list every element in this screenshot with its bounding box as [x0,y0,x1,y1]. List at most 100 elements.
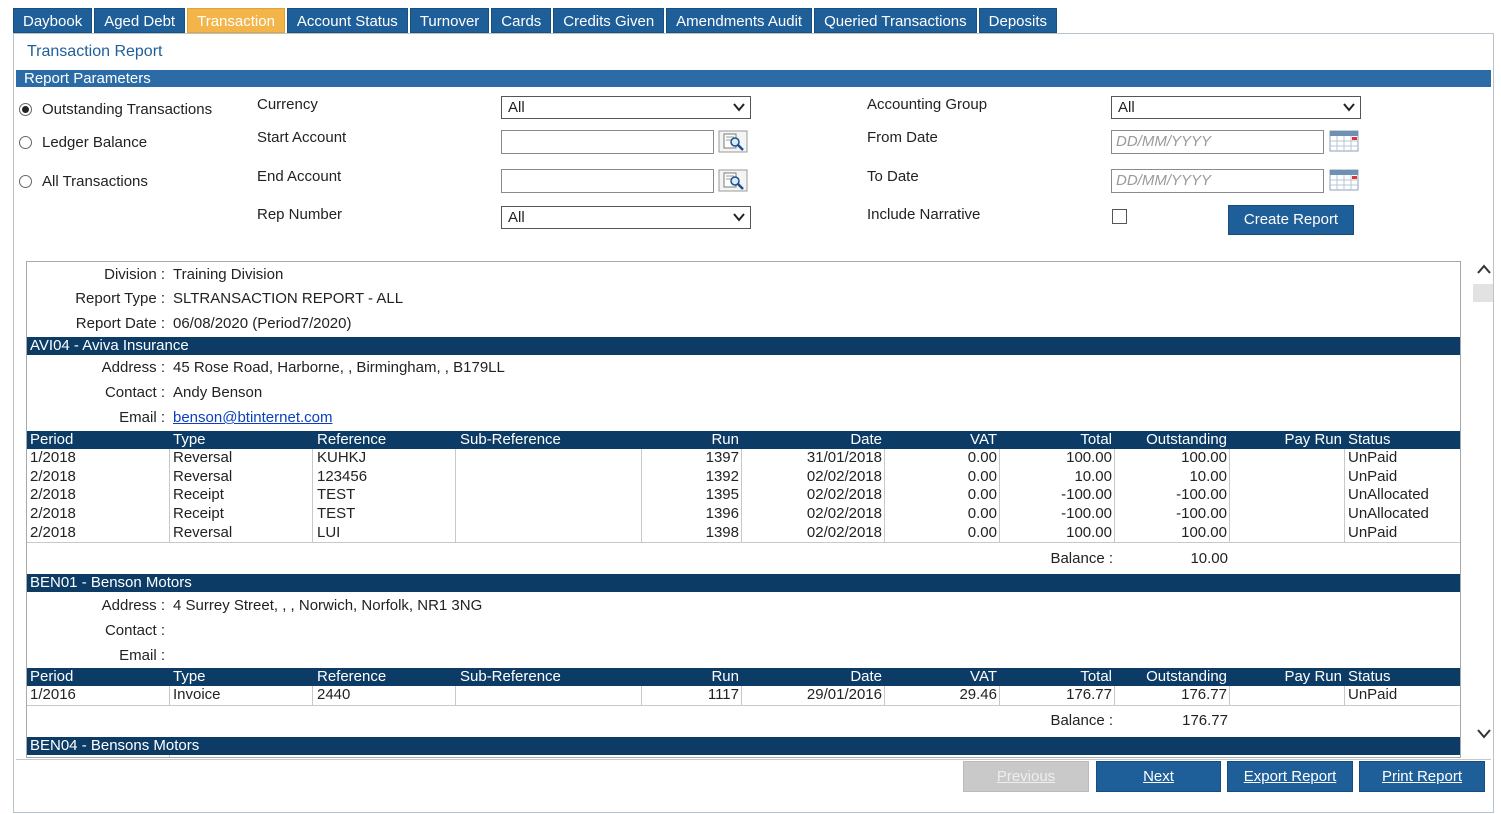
column-header-period[interactable]: Period [30,431,73,449]
balance-value: 10.00 [1190,550,1228,567]
cell-type: Reversal [173,523,233,541]
cell-reference: 2440 [317,686,351,703]
end-account-label: End Account [257,168,342,185]
accounting-group-select[interactable]: All [1111,96,1361,119]
rep-number-select[interactable]: All [501,206,751,229]
end-account-input[interactable] [501,169,714,193]
cell-vat: 0.00 [967,505,997,523]
column-header-vat[interactable]: VAT [970,668,997,686]
start-account-input[interactable] [501,130,714,154]
previous-button[interactable]: Previous [963,761,1089,792]
cell-vat: 29.46 [959,686,997,703]
tab-credits-given[interactable]: Credits Given [553,8,665,33]
radio-button[interactable] [19,175,32,188]
cell-outstanding: 100.00 [1181,523,1227,541]
tab-deposits[interactable]: Deposits [978,8,1058,33]
column-header-vat[interactable]: VAT [970,431,997,449]
column-header-reference[interactable]: Reference [317,431,386,449]
column-header-status[interactable]: Status [1348,431,1391,449]
column-header-pay-run[interactable]: Pay Run [1284,431,1342,449]
account-search-icon[interactable] [718,169,748,192]
table-row[interactable]: 2/2018 Reversal 123456 1392 02/02/2018 0.00 10… [27,468,1460,487]
column-header-reference[interactable]: Reference [317,668,386,686]
export-report-button[interactable]: Export Report [1227,761,1353,792]
cell-run: 1117 [707,686,739,703]
tab-account-status[interactable]: Account Status [286,8,408,33]
print-report-button[interactable]: Print Report [1359,761,1485,792]
to-date-input[interactable]: DD/MM/YYYY [1111,169,1324,193]
rep-number-label: Rep Number [257,206,343,223]
table-row[interactable]: 2/2018 Receipt TEST 1396 02/02/2018 0.00 -100.… [27,505,1460,524]
tab-turnover[interactable]: Turnover [409,8,490,33]
accounting-group-label: Accounting Group [867,96,988,113]
email-label: Email : [119,647,165,664]
cell-type: Invoice [173,686,221,703]
cell-type: Receipt [173,505,224,523]
tab-transaction[interactable]: Transaction [187,8,285,33]
tab-cards[interactable]: Cards [491,8,552,33]
account-search-icon[interactable] [718,130,748,153]
currency-select[interactable]: All [501,96,751,119]
scroll-up-icon[interactable] [1476,262,1492,276]
column-header-date[interactable]: Date [850,668,882,686]
from-date-label: From Date [867,129,938,146]
cell-total: 100.00 [1066,523,1112,541]
calendar-icon[interactable] [1329,130,1359,153]
column-header-run[interactable]: Run [711,431,739,449]
radio-label: Ledger Balance [42,134,148,151]
column-header-sub-reference[interactable]: Sub-Reference [460,431,561,449]
email-link[interactable]: benson@btinternet.com [173,409,333,426]
cell-vat: 0.00 [967,467,997,485]
table-body: 1/2016 Invoice 2440 1117 29/01/2016 29.46 176.… [27,686,1460,706]
currency-label: Currency [257,96,318,113]
next-button[interactable]: Next [1096,761,1221,792]
radio-ledger-balance[interactable]: Ledger Balance [19,134,147,151]
table-row[interactable]: 1/2018 Reversal KUHKJ 1397 31/01/2018 0.00 100… [27,449,1460,468]
cell-total: 100.00 [1066,449,1112,466]
column-header-total[interactable]: Total [1080,668,1112,686]
scroll-down-icon[interactable] [1476,727,1492,741]
cell-status: UnPaid [1348,449,1398,466]
column-header-date[interactable]: Date [850,431,882,449]
previous-label: Previous [996,768,1056,785]
from-date-input[interactable]: DD/MM/YYYY [1111,130,1324,154]
report-tabs: Daybook Aged Debt Transaction Account Statu… [13,8,1059,34]
tab-aged-debt[interactable]: Aged Debt [94,8,186,33]
column-header-sub-reference[interactable]: Sub-Reference [460,668,561,686]
report-date-label: Report Date : [75,315,165,332]
table-body: 1/2018 Reversal KUHKJ 1397 31/01/2018 0.00 100… [27,449,1460,544]
create-report-button[interactable]: Create Report [1228,205,1354,235]
contact-value: Andy Benson [173,384,263,401]
include-narrative-checkbox[interactable] [1112,209,1127,224]
table-row[interactable]: 1/2016 Invoice 2440 1117 29/01/2016 29.46 176.… [27,686,1460,705]
calendar-icon[interactable] [1329,169,1359,192]
tab-queried-transactions[interactable]: Queried Transactions [814,8,977,33]
radio-outstanding-transactions[interactable]: Outstanding Transactions [19,101,212,118]
cell-date: 02/02/2018 [806,505,882,523]
column-header-type[interactable]: Type [173,431,206,449]
column-header-run[interactable]: Run [711,668,739,686]
radio-all-transactions[interactable]: All Transactions [19,173,148,190]
scrollbar-thumb[interactable] [1473,284,1493,302]
radio-button[interactable] [19,103,32,116]
column-header-pay-run[interactable]: Pay Run [1284,668,1342,686]
radio-button[interactable] [19,136,32,149]
column-header-outstanding[interactable]: Outstanding [1146,668,1227,686]
tab-amendments-audit[interactable]: Amendments Audit [666,8,813,33]
column-header-outstanding[interactable]: Outstanding [1146,431,1227,449]
column-header-status[interactable]: Status [1348,668,1391,686]
column-header-total[interactable]: Total [1080,431,1112,449]
table-row[interactable]: 2/2018 Reversal LUI 1398 02/02/2018 0.00 100.0… [27,524,1460,543]
report-viewer: Division : Training Division Report Type :… [26,261,1461,758]
cell-vat: 0.00 [967,449,997,466]
column-header-period[interactable]: Period [30,668,73,686]
tab-daybook[interactable]: Daybook [13,8,93,33]
table-row[interactable]: 2/2018 Receipt TEST 1395 02/02/2018 0.00 -100.… [27,486,1460,505]
chevron-down-icon [1343,103,1355,112]
address-label: Address : [101,359,165,376]
cell-status: UnPaid [1348,467,1398,485]
cell-outstanding: -100.00 [1176,486,1227,504]
division-value: Training Division [173,266,284,283]
column-header-type[interactable]: Type [173,668,206,686]
cell-date: 31/01/2018 [806,449,882,466]
